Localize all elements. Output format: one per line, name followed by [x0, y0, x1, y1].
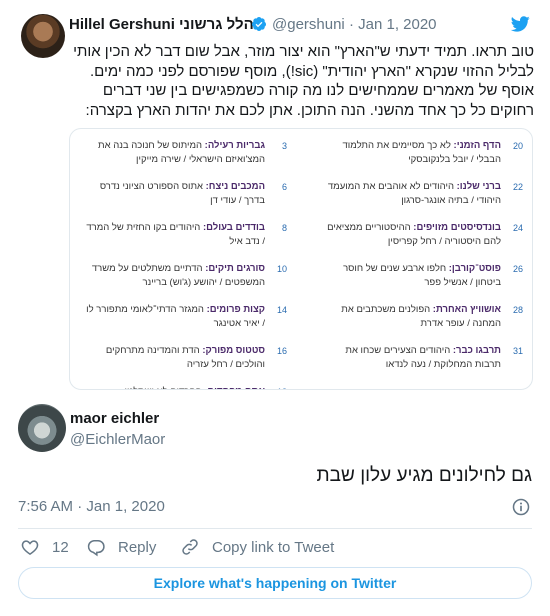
toc-item: 28 אושוויץ האחרת: הפולנים משכתבים את המחנ… [318, 303, 523, 344]
tweet-text: גם לחילונים מגיע עלון שבת [316, 465, 532, 486]
tweet-time[interactable]: 7:56 AM [18, 498, 73, 515]
toc-page-number: 18 [277, 385, 287, 389]
reply-label: Reply [118, 538, 157, 556]
heart-icon [21, 540, 39, 555]
toc-page-number: 22 [512, 182, 523, 192]
verified-badge-icon [251, 17, 266, 31]
toc-page-number: 16 [276, 346, 287, 356]
toc-page-number: 3 [281, 141, 287, 151]
timestamp-separator: · [77, 498, 83, 515]
toc-item: 10 סורגים תיקים: הדתיים משתלטים על משרד ה… [82, 262, 287, 303]
toc-item-title: גבריות רעילה: [204, 140, 265, 151]
author-avatar[interactable] [18, 404, 66, 452]
quoted-tweet-text: טוב תראו. תמיד ידעתי ש"הארץ" הוא יצור מו… [73, 43, 534, 119]
toc-left-column: 3 גבריות רעילה: המיתוס של חנוכה בנה את המ… [82, 139, 287, 389]
toc-item: 3 גבריות רעילה: המיתוס של חנוכה בנה את המ… [82, 139, 287, 180]
reply-button[interactable]: Reply [86, 537, 156, 557]
toc-page-number: 31 [512, 346, 523, 356]
toc-item-title: אתם מפחדים: [204, 386, 265, 389]
quoted-author-name[interactable]: Hillel Gershuni הלל גרשוני [69, 16, 254, 33]
embedded-tweet-card: Hillel Gershuni הלל גרשוני @gershuni · J… [0, 0, 550, 616]
toc-item-text: החרדים לא ישתלטו [125, 386, 205, 389]
author-name[interactable]: maor eichler [70, 410, 159, 427]
like-count: 12 [52, 538, 69, 556]
quoted-author-handle-date[interactable]: @gershuni · Jan 1, 2020 [272, 16, 437, 33]
toc-item: 16 סטטוס מפורק: הדת והמדינה מתרחקים והולכ… [82, 344, 287, 385]
toc-item-title: סטטוס מפורק: [202, 345, 265, 356]
toc-item-title: פוסט־קורבן: [448, 263, 501, 274]
toc-page-number: 10 [276, 264, 287, 274]
toc-item: 20 הדף הזמני: לא כך מסיימים את התלמוד הבב… [318, 139, 523, 180]
reply-icon [87, 540, 105, 557]
quoted-tweet-image[interactable]: 20 הדף הזמני: לא כך מסיימים את התלמוד הבב… [69, 128, 533, 390]
quoted-author-avatar[interactable] [21, 14, 65, 58]
toc-item-title: ברני שלנו: [456, 181, 501, 192]
copy-link-label: Copy link to Tweet [212, 538, 335, 556]
toc-page-number: 8 [281, 223, 287, 233]
toc-item-title: בודדים בעולם: [202, 222, 265, 233]
quoted-separator: · [348, 16, 354, 33]
info-icon[interactable] [511, 497, 531, 517]
toc-item: 14 קצות פרומים: המגזר הדתי־לאומי מתפורר ל… [82, 303, 287, 344]
divider [18, 528, 532, 529]
twitter-bird-icon[interactable] [508, 14, 532, 34]
tweet-date[interactable]: Jan 1, 2020 [86, 498, 164, 515]
toc-page-number: 14 [276, 305, 287, 315]
toc-item: 6 המכבים ניצח: אתוס הספורט הציוני נדרס בד… [82, 180, 287, 221]
tweet-timestamp[interactable]: 7:56 AM · Jan 1, 2020 [18, 498, 165, 515]
toc-item-title: אושוויץ האחרת: [432, 304, 501, 315]
toc-page-number: 24 [512, 223, 523, 233]
toc-item: 24 בונדסיסטים מזויפים: ההיסטוריים ממציאים… [318, 221, 523, 262]
toc-item: 31 תרבגו כבר: היהודים הצעירים שכחו את תרב… [318, 344, 523, 385]
explore-twitter-button[interactable]: Explore what's happening on Twitter [18, 567, 532, 599]
link-icon [182, 539, 198, 555]
toc-item-title: תרבגו כבר: [452, 345, 501, 356]
toc-page-number: 26 [512, 264, 523, 274]
quoted-author-handle[interactable]: @gershuni [272, 16, 345, 33]
toc-item-title: הדף הזמני: [453, 140, 501, 151]
toc-page-number: 28 [512, 305, 523, 315]
copy-link-button[interactable]: Copy link to Tweet [180, 537, 334, 557]
author-handle[interactable]: @EichlerMaor [70, 431, 165, 448]
toc-page-number: 6 [281, 182, 287, 192]
toc-right-column: 20 הדף הזמני: לא כך מסיימים את התלמוד הבב… [318, 139, 523, 385]
toc-item-title: המכבים ניצח: [205, 181, 265, 192]
toc-item: 22 ברני שלנו: היהודים לא אוהבים את המועמד… [318, 180, 523, 221]
quoted-tweet-date[interactable]: Jan 1, 2020 [358, 16, 436, 33]
quoted-tweet[interactable]: Hillel Gershuni הלל גרשוני @gershuni · J… [0, 0, 550, 396]
toc-item-title: קצות פרומים: [206, 304, 265, 315]
toc-item: 18 אתם מפחדים: החרדים לא ישתלטו [82, 385, 287, 389]
like-button[interactable]: 12 [20, 537, 69, 557]
toc-page-number: 20 [512, 141, 523, 151]
toc-item-title: בונדסיסטים מזויפים: [413, 222, 501, 233]
toc-item: 26 פוסט־קורבן: חלפו ארבע שנים של חוסר ביט… [318, 262, 523, 303]
toc-item-title: סורגים תיקים: [205, 263, 265, 274]
toc-item: 8 בודדים בעולם: היהודים בקו החזית של המרד… [82, 221, 287, 262]
